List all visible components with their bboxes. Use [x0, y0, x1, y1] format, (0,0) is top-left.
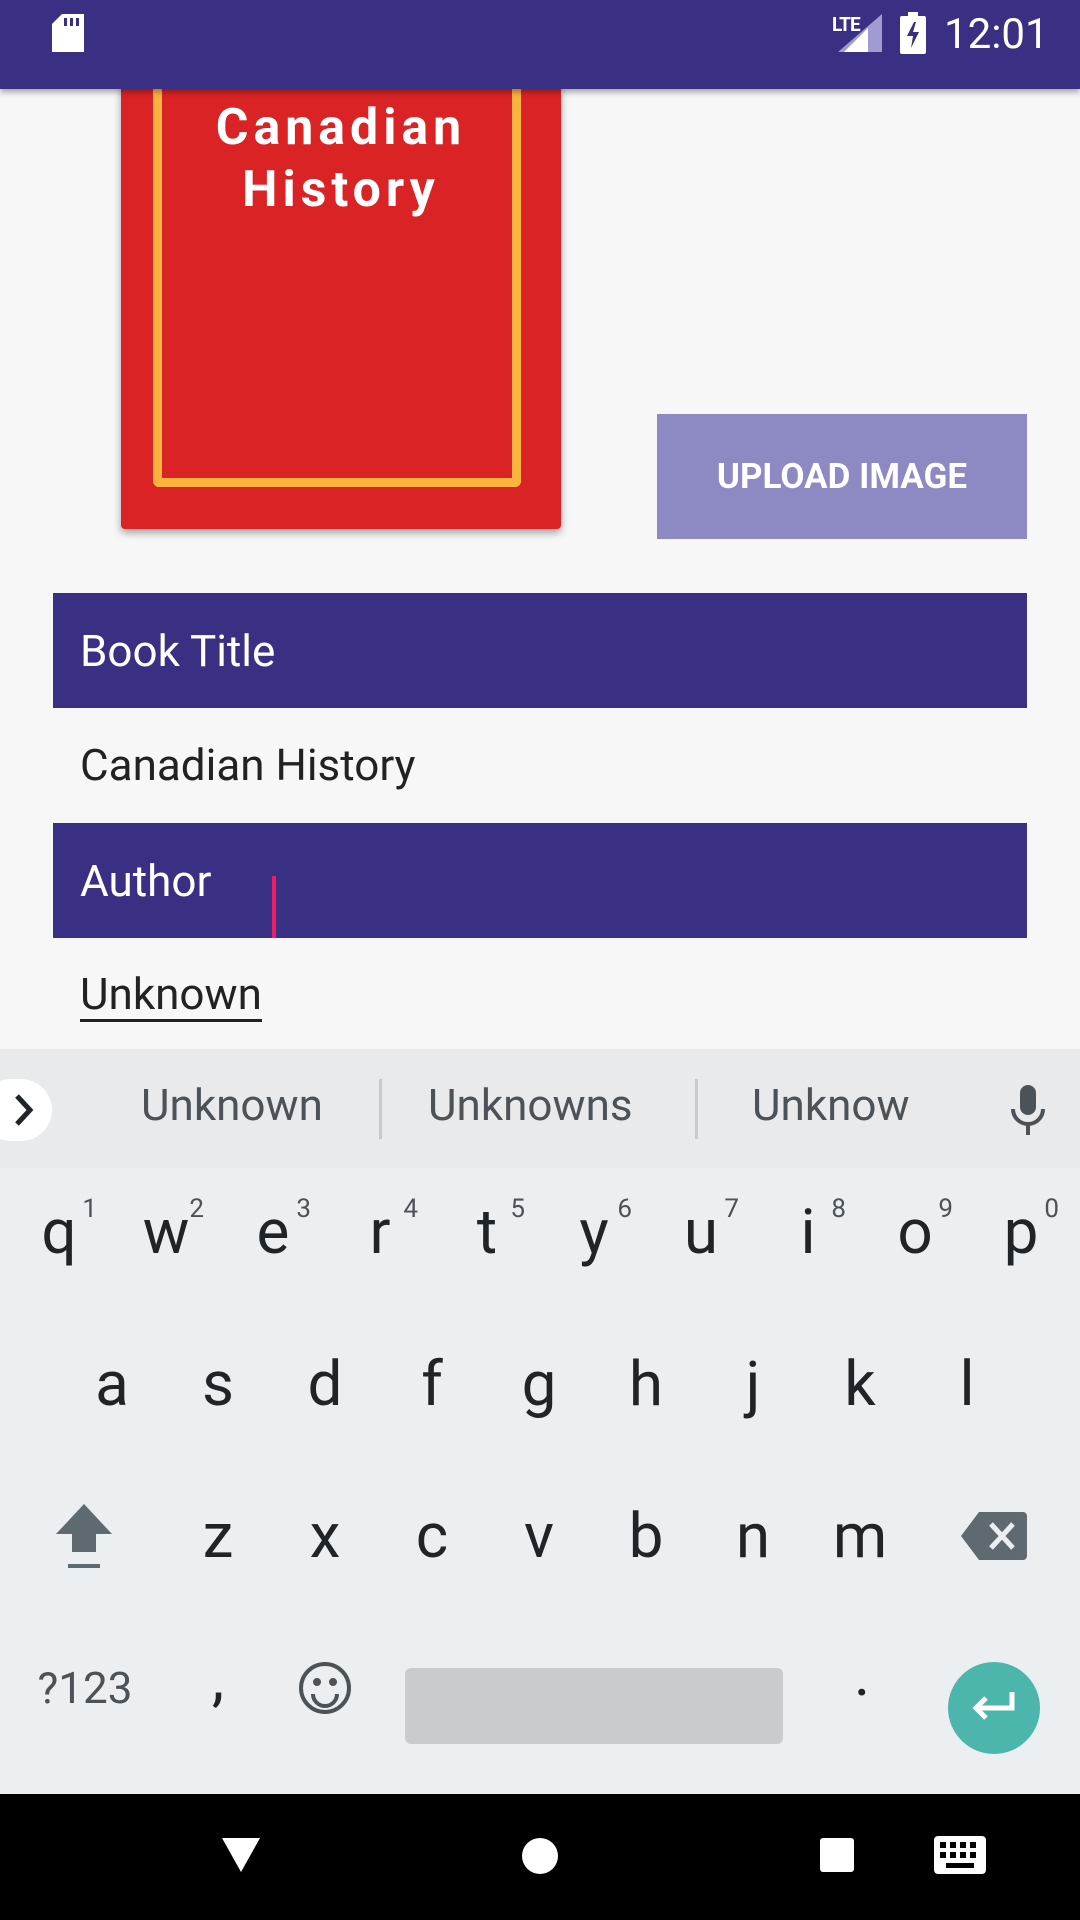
period-key[interactable]: . [808, 1614, 916, 1734]
keyboard: q1 w2 e3 r4 t5 y6 u7 i8 o9 p0 a s d f g … [0, 1168, 1080, 1794]
suggestion-2[interactable]: Unknowns [428, 1079, 633, 1131]
author-input[interactable]: Unknown [80, 969, 262, 1022]
backspace-icon [961, 1512, 1027, 1560]
key-o[interactable]: o9 [861, 1172, 969, 1292]
suggestion-divider [695, 1079, 698, 1139]
keyboard-switch-icon[interactable] [934, 1836, 986, 1874]
signal-icon [838, 14, 882, 52]
enter-key[interactable] [948, 1662, 1040, 1754]
key-hint: 1 [82, 1194, 97, 1224]
key-hint: 0 [1044, 1194, 1059, 1224]
key-w[interactable]: w2 [112, 1172, 220, 1292]
key-label: p [1003, 1195, 1039, 1269]
key-s[interactable]: s [164, 1324, 272, 1444]
book-title-input[interactable]: Canadian History [80, 739, 415, 791]
key-label: q [41, 1195, 77, 1269]
suggestion-1[interactable]: Unknown [141, 1079, 323, 1131]
shift-key[interactable] [30, 1476, 138, 1596]
clock: 12:01 [944, 10, 1049, 59]
navigation-bar [0, 1794, 1080, 1920]
expand-suggestions-button[interactable] [0, 1079, 52, 1141]
key-f[interactable]: f [378, 1324, 486, 1444]
emoji-key[interactable] [271, 1628, 379, 1748]
key-d[interactable]: d [271, 1324, 379, 1444]
key-h[interactable]: h [592, 1324, 700, 1444]
key-hint: 3 [296, 1194, 311, 1224]
shift-icon [56, 1504, 112, 1568]
key-hint: 6 [617, 1194, 632, 1224]
key-label: o [897, 1195, 933, 1269]
space-bar[interactable] [405, 1668, 783, 1744]
symbols-key[interactable]: ?123 [30, 1628, 140, 1748]
key-label: i [800, 1195, 816, 1269]
key-label: w [142, 1195, 190, 1269]
sd-card-icon [52, 14, 84, 52]
key-label: e [256, 1195, 290, 1269]
key-hint: 7 [724, 1194, 739, 1224]
key-e[interactable]: e3 [219, 1172, 327, 1292]
edit-book-form: Canadian History UPLOAD IMAGE Book Title… [0, 89, 1080, 1049]
status-bar: LTE 12:01 [0, 0, 1080, 89]
key-hint: 2 [189, 1194, 204, 1224]
key-m[interactable]: m [806, 1476, 914, 1596]
key-a[interactable]: a [58, 1324, 166, 1444]
key-v[interactable]: v [485, 1476, 593, 1596]
book-title-label: Book Title [53, 593, 1027, 708]
home-icon[interactable] [522, 1838, 558, 1874]
book-cover-image: Canadian History [121, 89, 561, 529]
key-hint: 5 [510, 1194, 525, 1224]
key-label: r [369, 1195, 391, 1269]
key-y[interactable]: y6 [540, 1172, 648, 1292]
backspace-key[interactable] [940, 1476, 1048, 1596]
key-c[interactable]: c [378, 1476, 486, 1596]
key-n[interactable]: n [699, 1476, 807, 1596]
key-i[interactable]: i8 [754, 1172, 862, 1292]
emoji-icon [299, 1662, 351, 1714]
comma-key[interactable]: , [164, 1618, 272, 1738]
key-hint: 8 [831, 1194, 846, 1224]
enter-icon [972, 1692, 1015, 1720]
author-label: Author [53, 823, 1027, 938]
microphone-icon[interactable] [1010, 1085, 1046, 1137]
key-hint: 9 [938, 1194, 953, 1224]
key-t[interactable]: t5 [433, 1172, 541, 1292]
key-j[interactable]: j [699, 1324, 807, 1444]
key-k[interactable]: k [806, 1324, 914, 1444]
suggestion-divider [379, 1079, 382, 1139]
key-r[interactable]: r4 [326, 1172, 434, 1292]
chevron-right-icon [15, 1094, 34, 1126]
back-icon[interactable] [222, 1838, 260, 1872]
key-g[interactable]: g [485, 1324, 593, 1444]
key-label: y [579, 1195, 609, 1269]
key-label: t [476, 1195, 498, 1269]
key-z[interactable]: z [164, 1476, 272, 1596]
recents-icon[interactable] [820, 1838, 854, 1872]
battery-charging-icon [900, 12, 926, 54]
cover-title: Canadian History [215, 99, 467, 219]
text-caret [272, 876, 276, 938]
key-x[interactable]: x [271, 1476, 379, 1596]
key-u[interactable]: u7 [647, 1172, 755, 1292]
key-p[interactable]: p0 [967, 1172, 1075, 1292]
key-b[interactable]: b [592, 1476, 700, 1596]
suggestion-strip: Unknown Unknowns Unknow [0, 1049, 1080, 1168]
suggestion-3[interactable]: Unknow [752, 1079, 910, 1131]
upload-image-button[interactable]: UPLOAD IMAGE [657, 414, 1027, 539]
key-hint: 4 [403, 1194, 418, 1224]
key-l[interactable]: l [913, 1324, 1021, 1444]
key-q[interactable]: q1 [5, 1172, 113, 1292]
key-label: u [683, 1195, 719, 1269]
